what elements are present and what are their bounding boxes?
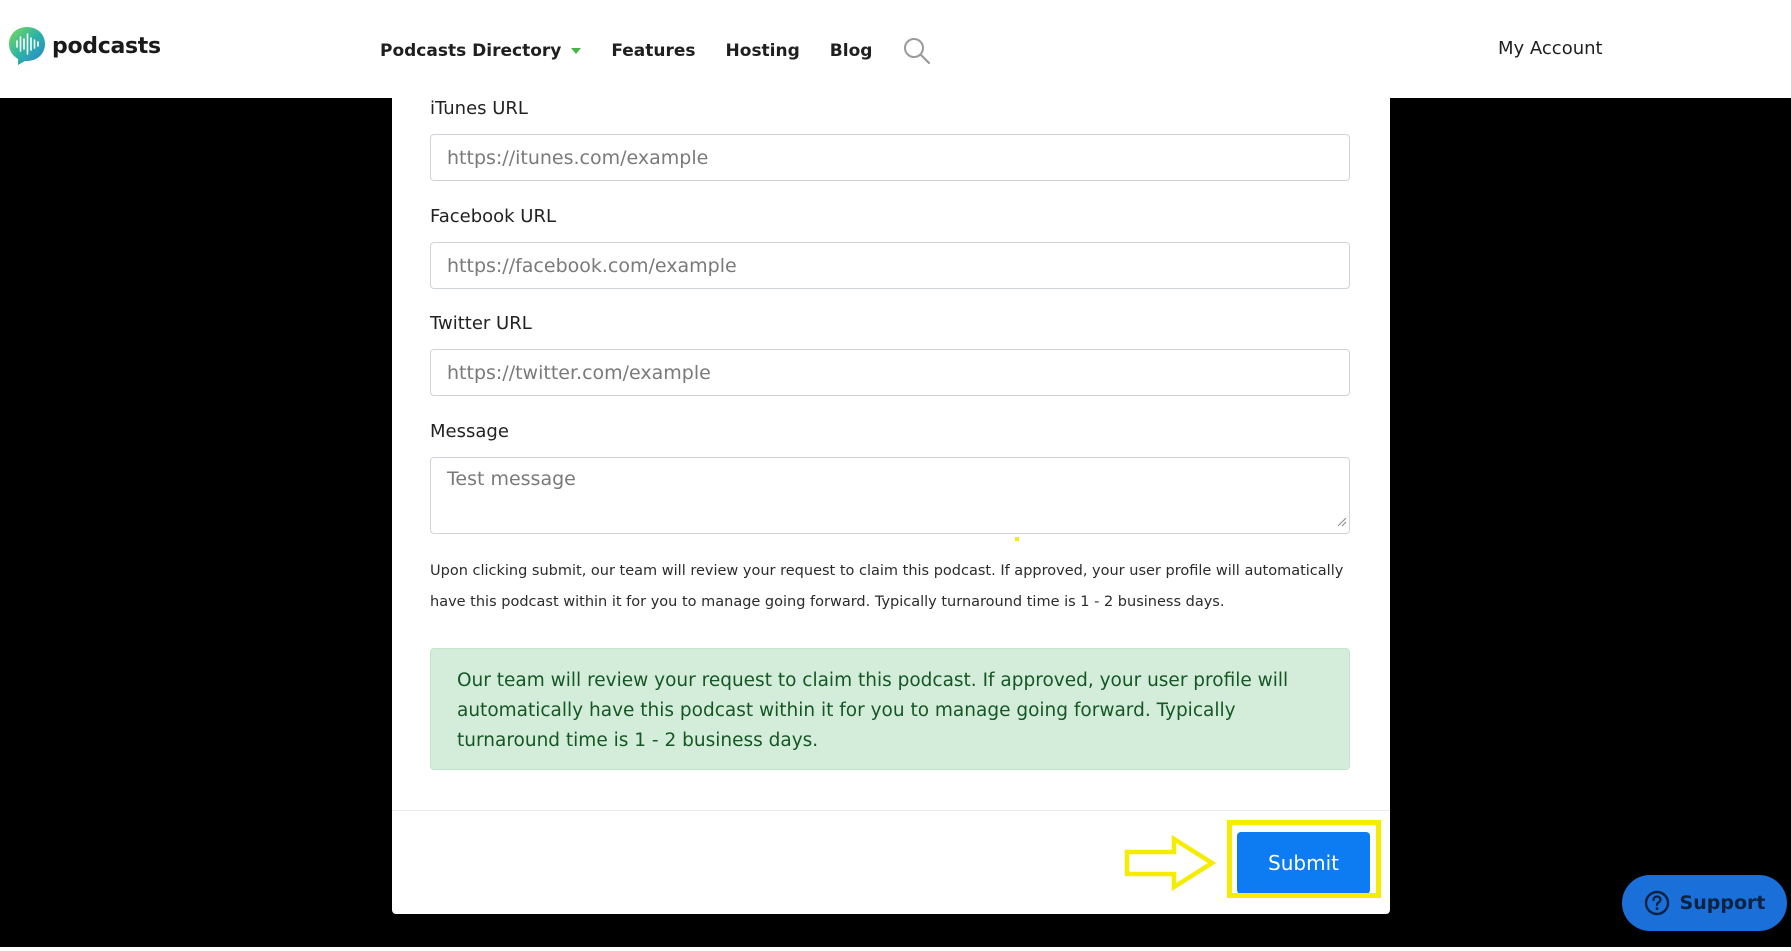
resize-grip-icon[interactable] bbox=[1337, 517, 1347, 527]
nav-features[interactable]: Features bbox=[611, 41, 695, 61]
twitter-url-input[interactable] bbox=[430, 349, 1350, 396]
caret-down-icon bbox=[571, 48, 582, 54]
itunes-url-input[interactable] bbox=[430, 134, 1350, 181]
facebook-url-input[interactable] bbox=[430, 242, 1350, 289]
nav-hosting[interactable]: Hosting bbox=[726, 41, 800, 61]
bottom-strip bbox=[0, 947, 1791, 951]
nav-blog[interactable]: Blog bbox=[830, 41, 873, 61]
twitter-url-label: Twitter URL bbox=[430, 313, 532, 334]
nav-podcasts-directory[interactable]: Podcasts Directory bbox=[380, 41, 582, 61]
top-navbar: podcasts Podcasts Directory Features Hos… bbox=[0, 0, 1791, 98]
annotation-dot bbox=[1015, 537, 1019, 541]
submit-button[interactable]: Submit bbox=[1237, 832, 1370, 894]
podcasts-logo-icon bbox=[9, 27, 45, 65]
my-account-link[interactable]: My Account bbox=[1498, 38, 1603, 59]
support-button[interactable]: Support bbox=[1622, 875, 1787, 931]
page: podcasts Podcasts Directory Features Hos… bbox=[0, 0, 1791, 951]
success-alert: Our team will review your request to cla… bbox=[430, 648, 1350, 770]
logo-text: podcasts bbox=[52, 33, 161, 59]
message-textarea[interactable] bbox=[430, 457, 1350, 534]
nav-blog-label: Blog bbox=[829, 41, 873, 61]
message-label: Message bbox=[430, 421, 509, 442]
logo[interactable]: podcasts bbox=[8, 26, 161, 66]
main-nav: Podcasts Directory Features Hosting Blog bbox=[380, 36, 932, 66]
support-label: Support bbox=[1679, 892, 1766, 914]
claim-help-text: Upon clicking submit, our team will revi… bbox=[430, 563, 1344, 610]
facebook-url-label: Facebook URL bbox=[430, 206, 557, 227]
itunes-url-label: iTunes URL bbox=[430, 98, 528, 119]
search-icon[interactable] bbox=[902, 36, 932, 66]
modal-footer-divider bbox=[392, 810, 1390, 811]
nav-podcasts-directory-label: Podcasts Directory bbox=[380, 41, 562, 61]
nav-features-label: Features bbox=[611, 41, 696, 61]
claim-podcast-modal: iTunes URL Facebook URL Twitter URL Mess… bbox=[392, 98, 1390, 914]
nav-hosting-label: Hosting bbox=[725, 41, 800, 61]
help-circle-icon bbox=[1644, 890, 1669, 916]
